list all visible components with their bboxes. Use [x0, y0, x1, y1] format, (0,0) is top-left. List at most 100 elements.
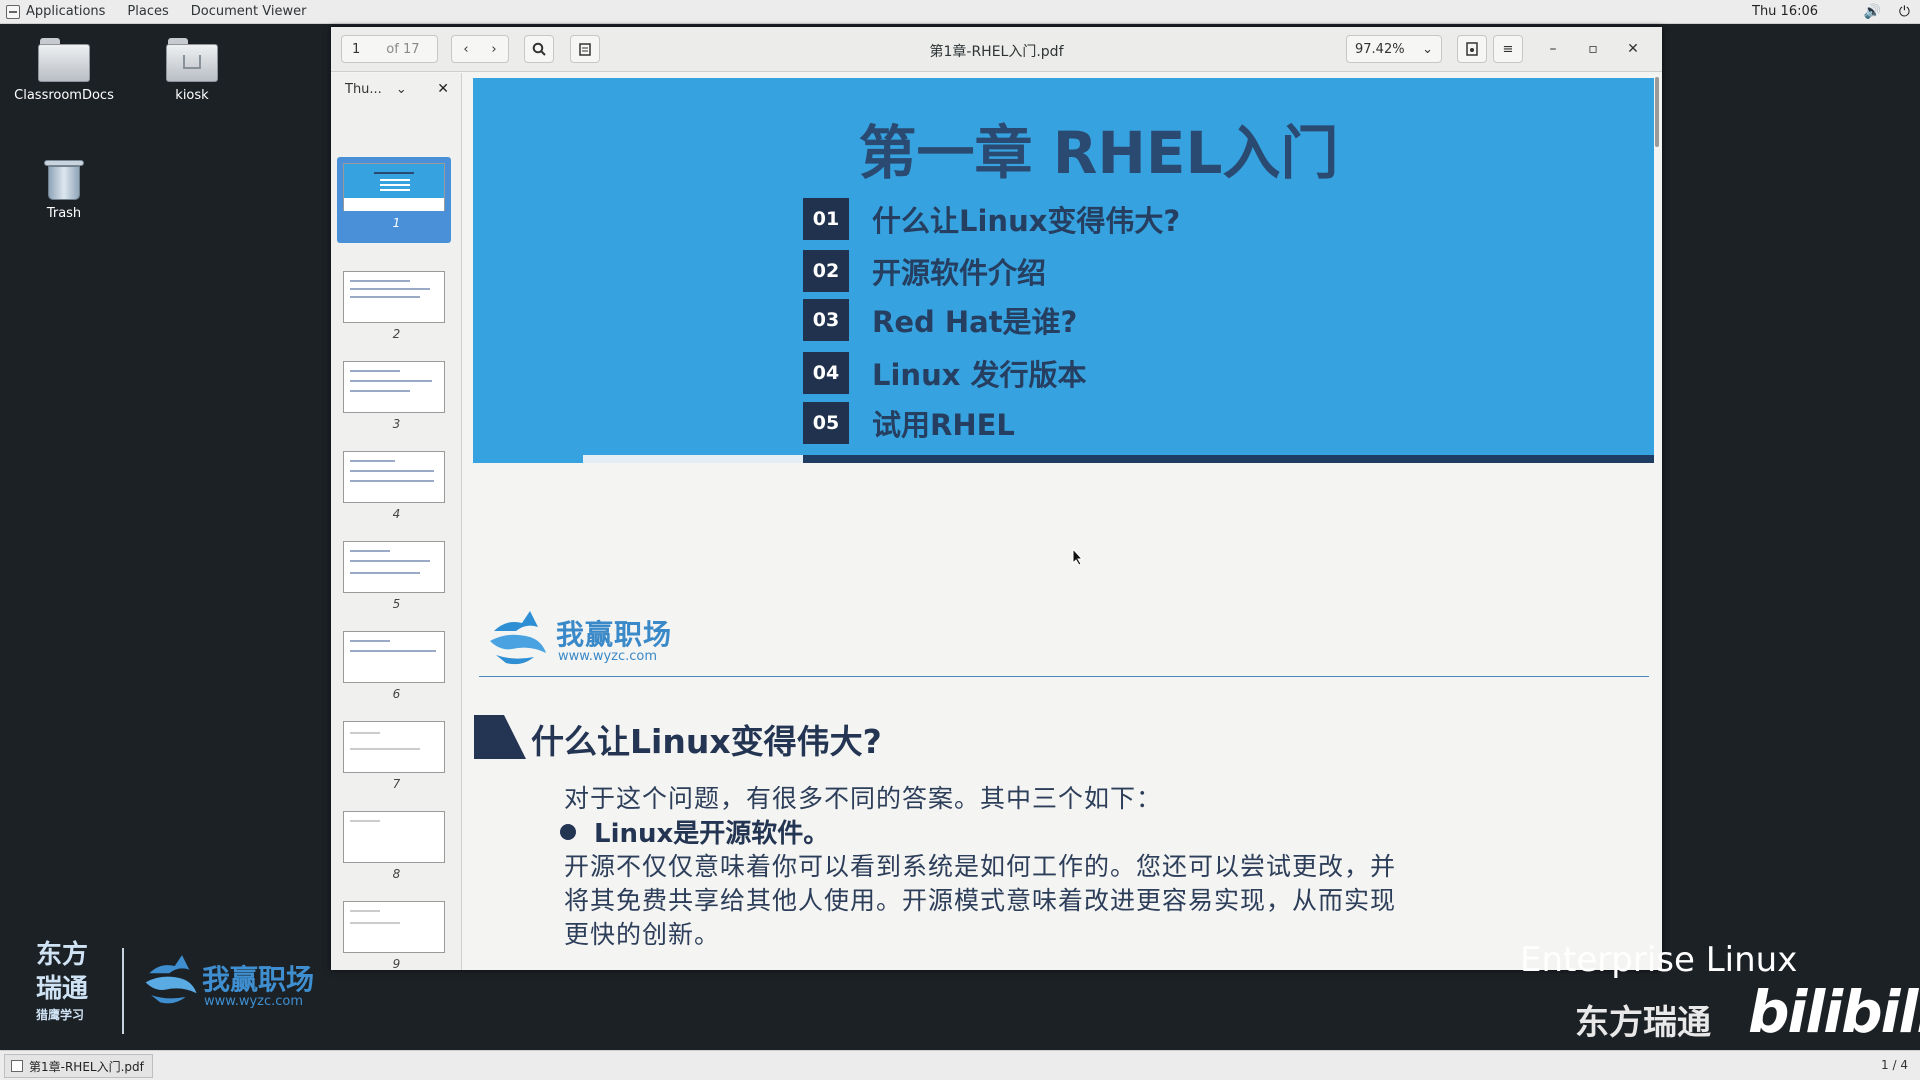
zoom-select[interactable]: 97.42% ⌄ — [1346, 35, 1442, 63]
thumbnail-number: 5 — [392, 597, 401, 611]
taskbar-window-button[interactable]: 第1章-RHEL入门.pdf — [4, 1054, 153, 1078]
brand-cn-line-2: 瑞通 — [36, 974, 89, 1004]
search-icon — [532, 42, 546, 56]
thumbnail-page-8[interactable] — [343, 811, 445, 863]
thumbnail-number: 6 — [392, 687, 401, 701]
chapter-title: 第一章 RHEL入门 — [858, 119, 1339, 187]
toc-number: 01 — [803, 198, 849, 240]
thumbnail-page-5[interactable] — [343, 541, 445, 593]
body-line: 开源不仅仅意味着你可以看到系统是如何工作的。您还可以尝试更改，并 — [564, 852, 1397, 881]
clipboard-icon — [579, 43, 591, 56]
intro-text: 对于这个问题，有很多不同的答案。其中三个如下： — [564, 784, 1163, 813]
toc-label: Linux 发行版本 — [872, 358, 1087, 392]
wyzc-logo-icon — [145, 955, 197, 1004]
section-marker-icon — [474, 715, 526, 759]
brand-cn-line-1: 东方 — [36, 940, 89, 970]
document-viewer-menu[interactable]: Document Viewer — [180, 0, 318, 24]
workspace-indicator[interactable]: 1 / 4 — [1881, 1058, 1908, 1072]
header-bar: 1 of 17 ‹ › 第1章-RHEL入门.pdf 97.42% ⌄ ≡ – … — [331, 27, 1662, 72]
thumbnail-page-1[interactable] — [343, 163, 445, 211]
brand-watermark-left: 东方 瑞通 猎鹰学习 我赢职场 www.wyzc.com — [30, 940, 330, 1040]
wyzc-logo: 我赢职场 www.wyzc.com — [486, 601, 696, 671]
toc-item: 02 开源软件介绍 — [803, 250, 1046, 292]
toc-number: 05 — [803, 402, 849, 444]
body-line: 更快的创新。 — [564, 920, 721, 949]
toc-item: 01 什么让Linux变得伟大? — [803, 198, 1180, 240]
thumbnail-page-4[interactable] — [343, 451, 445, 503]
page-number-entry[interactable]: 1 of 17 — [341, 35, 438, 63]
toc-label: 什么让Linux变得伟大? — [872, 204, 1181, 238]
page-current[interactable]: 1 — [352, 42, 360, 57]
brand-cn-line-3: 猎鹰学习 — [36, 1008, 85, 1022]
section-title: 什么让Linux变得伟大? — [531, 722, 882, 761]
vertical-scrollbar[interactable] — [1655, 77, 1659, 147]
thumbnail-number: 1 — [392, 216, 401, 230]
thumbnail-page-3[interactable] — [343, 361, 445, 413]
toc-item: 05 试用RHEL — [803, 402, 1015, 444]
body-line: 将其免费共享给其他人使用。开源模式意味着改进更容易实现，从而实现 — [564, 886, 1397, 915]
hamburger-icon: ≡ — [1502, 41, 1514, 57]
thumbnail-page-6[interactable] — [343, 631, 445, 683]
mouse-cursor-icon — [1072, 548, 1084, 566]
minimize-button[interactable]: – — [1543, 39, 1563, 59]
annotations-button[interactable] — [570, 35, 600, 63]
thumbnail-number: 4 — [392, 507, 401, 521]
chevron-down-icon: ⌄ — [395, 81, 407, 97]
brand-logo-url: www.wyzc.com — [204, 994, 304, 1009]
desktop-icon-trash[interactable]: Trash — [9, 156, 119, 221]
toc-label: Red Hat是谁? — [872, 305, 1078, 339]
brand-divider — [122, 948, 124, 1034]
applications-label: Applications — [26, 4, 106, 19]
zoom-value: 97.42% — [1355, 41, 1405, 57]
window-icon — [11, 1060, 23, 1072]
home-folder-icon — [166, 38, 218, 82]
sidebar-mode-label: Thu... — [345, 81, 382, 97]
bullet-icon — [560, 823, 576, 840]
dfrt-watermark: 东方瑞通 — [1575, 1003, 1711, 1043]
close-button[interactable]: ✕ — [1623, 39, 1643, 59]
thumbnail-number: 9 — [392, 957, 401, 970]
desktop-icon-classroomdocs[interactable]: ClassroomDocs — [9, 38, 119, 103]
document-viewer-window: 1 of 17 ‹ › 第1章-RHEL入门.pdf 97.42% ⌄ ≡ – … — [331, 27, 1662, 970]
banner-bottom-strip — [803, 455, 1654, 463]
volume-icon[interactable]: 🔊 — [1863, 4, 1880, 20]
desktop-icon-label: Trash — [46, 206, 82, 221]
bullet-text: Linux是开源软件。 — [594, 819, 830, 849]
thumbnail-number: 8 — [392, 867, 401, 881]
thumbnail-page-7[interactable] — [343, 721, 445, 773]
top-panel: Applications Places Document Viewer — [0, 0, 1920, 24]
page-nav-group: ‹ › — [451, 35, 509, 63]
wyzc-logo-icon — [490, 611, 546, 665]
bookmark-button[interactable] — [1457, 35, 1487, 63]
applications-icon — [6, 4, 20, 19]
bottom-taskbar: 第1章-RHEL入门.pdf 1 / 4 — [0, 1050, 1920, 1080]
maximize-button[interactable]: ▫ — [1583, 39, 1603, 59]
thumbnail-page-9[interactable] — [343, 901, 445, 953]
chevron-down-icon: ⌄ — [1422, 41, 1433, 57]
next-page-button[interactable]: › — [491, 42, 496, 57]
toc-item: 04 Linux 发行版本 — [803, 352, 1087, 394]
logo-url: www.wyzc.com — [558, 649, 658, 664]
brand-logo-text: 我赢职场 — [202, 963, 315, 996]
toc-item: 03 Red Hat是谁? — [803, 299, 1077, 341]
applications-menu[interactable]: Applications — [0, 0, 116, 24]
places-menu[interactable]: Places — [116, 0, 179, 24]
trash-icon — [44, 156, 84, 200]
search-button[interactable] — [524, 35, 554, 63]
sidebar-close-icon[interactable]: ✕ — [437, 81, 449, 97]
thumbnail-number: 3 — [392, 417, 401, 431]
document-bookmark-icon — [1466, 42, 1478, 56]
power-icon[interactable]: ⏻ — [1899, 4, 1910, 20]
desktop-icon-kiosk[interactable]: kiosk — [137, 38, 247, 103]
menu-button[interactable]: ≡ — [1493, 35, 1523, 63]
toc-label: 开源软件介绍 — [872, 256, 1047, 290]
page-total: of 17 — [386, 41, 420, 57]
previous-page-button[interactable]: ‹ — [463, 42, 468, 57]
logo-text: 我赢职场 — [556, 618, 673, 651]
document-page-view[interactable]: 第一章 RHEL入门 01 什么让Linux变得伟大? 02 开源软件介绍 03… — [464, 73, 1662, 970]
system-tray[interactable]: 🔊 ⏻ — [1863, 0, 1910, 24]
thumbnail-page-2[interactable] — [343, 271, 445, 323]
desktop-icon-label: ClassroomDocs — [14, 88, 114, 103]
clock[interactable]: Thu 16:06 — [1752, 0, 1818, 24]
taskbar-window-label: 第1章-RHEL入门.pdf — [29, 1059, 144, 1074]
